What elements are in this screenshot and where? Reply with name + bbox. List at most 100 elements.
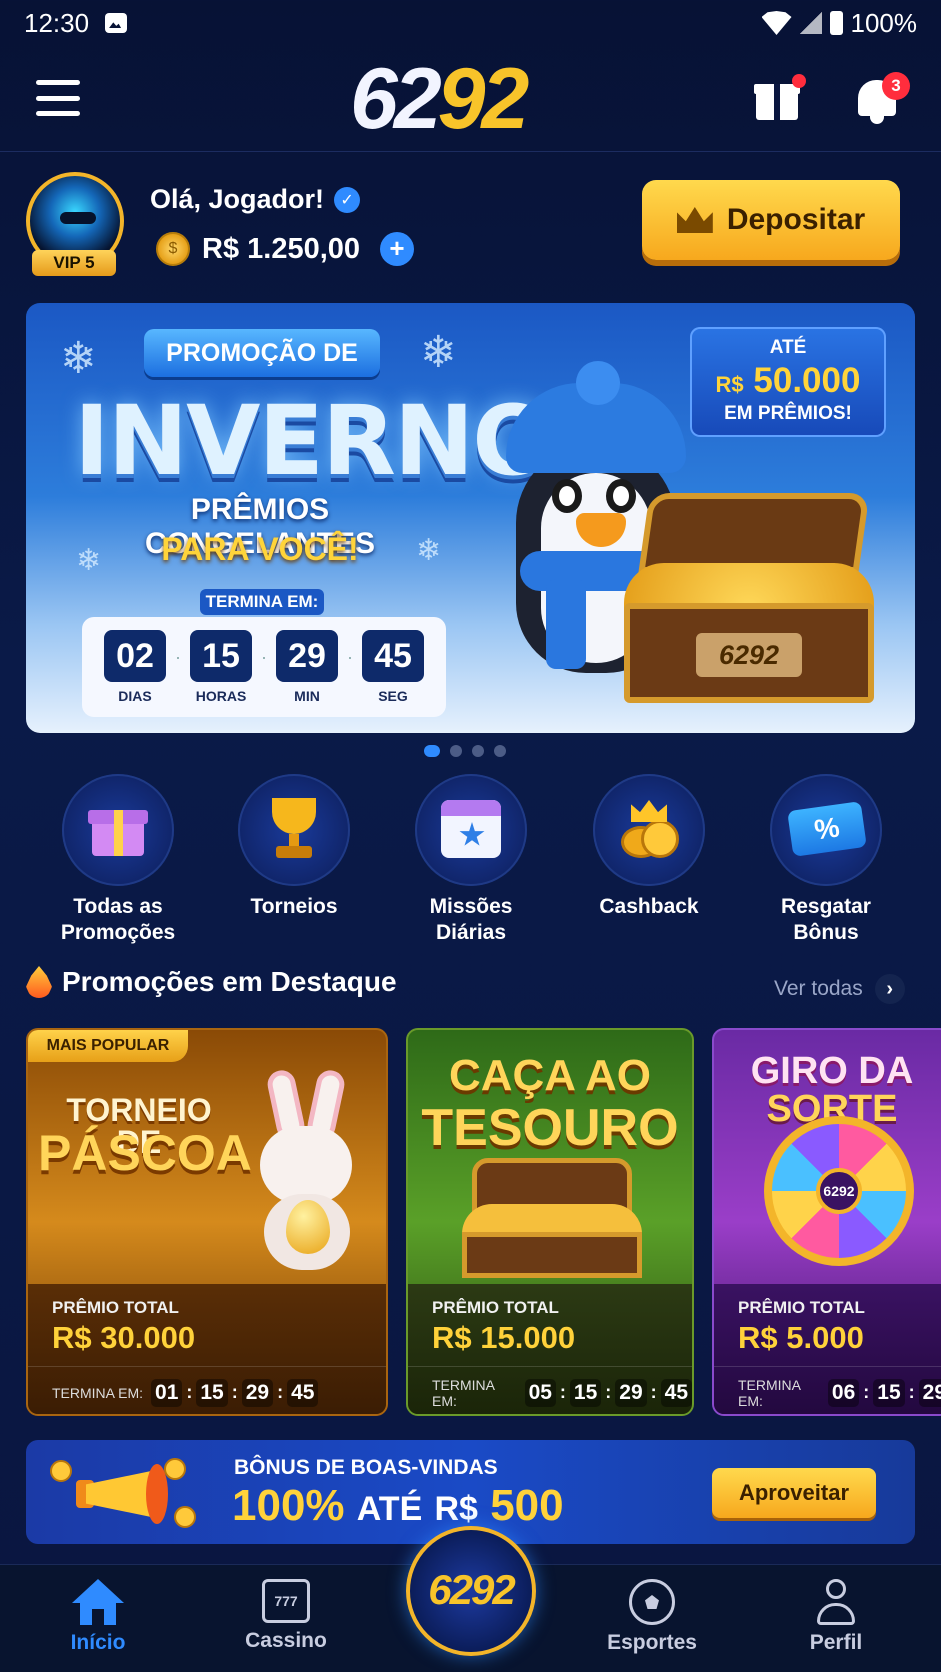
prize-label: PRÊMIO TOTAL <box>432 1298 559 1317</box>
coins-crown-icon <box>617 798 681 860</box>
card-info: PRÊMIO TOTAL R$ 5.000 TERMINA EM: 06: 15… <box>714 1284 941 1414</box>
pager-dot[interactable] <box>494 745 506 757</box>
prize-bottom: EM PRÊMIOS! <box>724 403 852 424</box>
featured-title: Promoções em Destaque <box>26 966 397 998</box>
card-headline-2: PÁSCOA <box>38 1125 252 1181</box>
hero-countdown: 02 DIAS · 15 HORAS · 29 MIN · 45 SEG <box>82 617 446 717</box>
prize-label: PRÊMIO TOTAL <box>738 1298 865 1317</box>
pager-dot[interactable] <box>472 745 484 757</box>
featured-title-text: Promoções em Destaque <box>62 966 397 997</box>
quick-item-missoes[interactable]: Missões Diárias <box>391 774 551 946</box>
nav-label: Esportes <box>607 1631 697 1654</box>
greeting: Olá, Jogador! ✓ <box>150 184 361 215</box>
status-indicators: 100% <box>761 7 918 39</box>
countdown-hours: 15 HORAS <box>190 630 252 704</box>
card-countdown: TERMINA EM: 01: 15: 29: 45 <box>28 1366 386 1414</box>
gallery-notification-icon <box>105 13 128 33</box>
quick-item-promocoes[interactable]: Todas as Promoções <box>38 774 198 946</box>
quick-item-resgatar[interactable]: % Resgatar Bônus <box>746 774 906 946</box>
logo-part2: 92 <box>437 51 530 147</box>
see-all-label: Ver todas <box>774 977 863 1000</box>
prize-amount: R$ 50.000 <box>715 361 861 400</box>
snowflake-icon: ❄ <box>60 334 97 383</box>
treasure-chest-illustration <box>462 1158 642 1278</box>
status-time: 12:30 <box>24 7 90 38</box>
fortune-wheel-illustration: 6292 <box>764 1116 914 1266</box>
center-logo-button[interactable]: 6292 <box>406 1526 536 1656</box>
menu-icon[interactable] <box>36 80 80 116</box>
welcome-title: BÔNUS DE BOAS-VINDAS <box>234 1456 498 1479</box>
card-headline-1: CAÇA AO <box>448 1051 652 1100</box>
coin-icon: $ <box>156 232 190 266</box>
pager-dot[interactable] <box>450 745 462 757</box>
pager-dot[interactable] <box>424 745 440 757</box>
promo-card-tesouro[interactable]: CAÇA AO TESOURO PRÊMIO TOTAL R$ 15.000 T… <box>406 1028 694 1416</box>
card-countdown: TERMINA EM: 05: 15: 29: 45 <box>408 1366 692 1414</box>
promo-pill: PROMOÇÃO DE <box>144 329 380 377</box>
gift-icon[interactable] <box>754 74 806 122</box>
carousel-pager[interactable] <box>424 745 506 757</box>
quick-menu: Todas as Promoções Torneios Missões Diária… <box>0 774 941 944</box>
nav-label: Início <box>70 1631 126 1654</box>
home-icon <box>72 1579 124 1625</box>
hero-subtitle-2: PARA VOCÊ! <box>161 531 359 567</box>
balance: $ R$ 1.250,00 + <box>156 232 415 266</box>
hero-title: INVERNO <box>74 385 554 497</box>
card-countdown: TERMINA EM: 06: 15: 29 <box>714 1366 941 1414</box>
nav-inicio[interactable]: Início <box>28 1579 168 1655</box>
chest-plate: 6292 <box>696 633 802 677</box>
deposit-label: Depositar <box>726 203 866 236</box>
prize-label: PRÊMIO TOTAL <box>52 1298 179 1317</box>
battery-percent: 100% <box>850 7 918 38</box>
fire-icon <box>26 966 52 998</box>
app-logo[interactable]: 6292 <box>350 56 529 142</box>
greeting-text: Olá, Jogador! <box>150 184 325 214</box>
promo-card-pascoa[interactable]: TORNEIO DE PÁSCOA MAIS POPULAR PRÊMIO TO… <box>26 1028 388 1416</box>
prize-value: R$ 5.000 <box>738 1320 864 1355</box>
chevron-right-icon: › <box>874 974 905 1004</box>
prize-value: R$ 30.000 <box>52 1320 196 1355</box>
quick-item-torneios[interactable]: Torneios <box>214 774 374 920</box>
promo-card-giro[interactable]: GIRO DA SORTE 6292 PRÊMIO TOTAL R$ 5.000… <box>712 1028 941 1416</box>
hero-banner[interactable]: ❄ ❄ ❄ ❄ PROMOÇÃO DE INVERNO PRÊMIOS CONG… <box>26 303 915 733</box>
countdown-label: TERMINA EM: <box>200 589 324 615</box>
status-bar: 12:30 100% <box>0 0 941 46</box>
see-all-link[interactable]: Ver todas › <box>774 974 905 1004</box>
snowflake-icon: ❄ <box>420 328 457 377</box>
countdown-seconds: 45 SEG <box>362 630 424 704</box>
gift-icon <box>88 804 148 856</box>
card-info: PRÊMIO TOTAL R$ 30.000 TERMINA EM: 01: 1… <box>28 1284 386 1414</box>
megaphone-icon <box>46 1458 196 1528</box>
prize-top: ATÉ <box>769 337 807 358</box>
battery-icon <box>829 11 843 35</box>
add-funds-button[interactable]: + <box>380 232 415 266</box>
deposit-button[interactable]: Depositar <box>642 180 900 260</box>
user-icon <box>813 1579 859 1625</box>
card-art: TORNEIO DE PÁSCOA MAIS POPULAR <box>28 1030 386 1284</box>
wheel-hub: 6292 <box>816 1168 862 1214</box>
card-art: GIRO DA SORTE 6292 <box>714 1030 941 1284</box>
gift-notification-dot <box>792 74 806 88</box>
vip-badge: VIP 5 <box>32 250 116 276</box>
nav-label: Perfil <box>809 1631 863 1654</box>
logo-part1: 62 <box>350 51 442 147</box>
wifi-icon <box>761 11 792 35</box>
calendar-star-icon <box>441 800 501 858</box>
claim-bonus-button[interactable]: Aproveitar <box>712 1468 876 1518</box>
prize-box: ATÉ R$ 50.000 EM PRÊMIOS! <box>690 327 886 437</box>
signal-icon <box>799 12 822 34</box>
card-headline-1: GIRO DA <box>750 1050 914 1092</box>
crown-icon <box>676 207 713 233</box>
notification-badge: 3 <box>882 72 910 100</box>
percent-ticket-icon: % <box>787 801 867 857</box>
bell-icon[interactable]: 3 <box>854 72 910 124</box>
app-header: 6292 3 <box>0 50 941 152</box>
quick-item-cashback[interactable]: Cashback <box>569 774 729 920</box>
nav-esportes[interactable]: Esportes <box>582 1579 722 1655</box>
nav-perfil[interactable]: Perfil <box>766 1579 906 1655</box>
countdown-minutes: 29 MIN <box>276 630 338 704</box>
soccer-ball-icon <box>629 1579 675 1625</box>
trophy-icon <box>268 798 320 860</box>
user-summary: VIP 5 Olá, Jogador! ✓ $ R$ 1.250,00 + De… <box>0 160 941 290</box>
nav-cassino[interactable]: 777 Cassino <box>216 1579 356 1653</box>
